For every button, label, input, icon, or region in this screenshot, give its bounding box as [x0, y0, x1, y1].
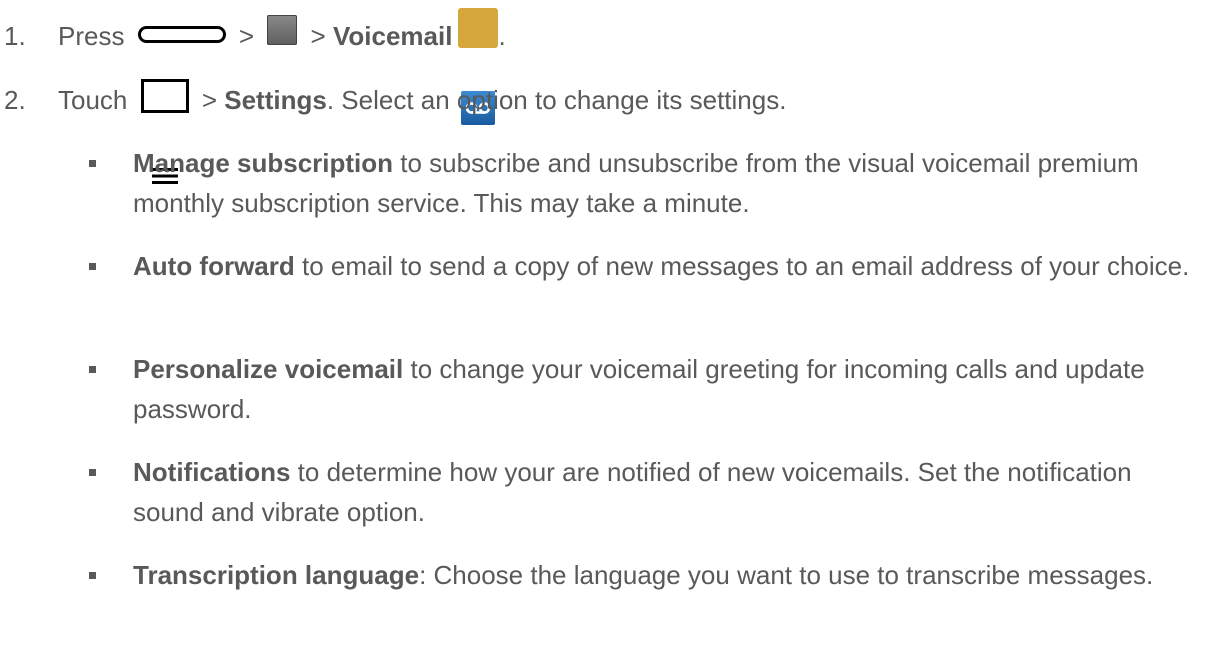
menu-key-icon	[140, 79, 189, 184]
step-end: .	[498, 21, 506, 51]
bullet-icon	[89, 160, 96, 167]
option-term: Personalize voicemail	[133, 354, 404, 384]
home-key-icon	[137, 25, 226, 43]
step-2-body: Touch > Settings . Select an option to c…	[58, 79, 787, 184]
bullet-icon	[89, 366, 96, 373]
option-desc: to email to send a copy of new messages …	[294, 251, 1190, 281]
list-item-text: Personalize voicemail to change your voi…	[133, 349, 1190, 429]
option-term: Auto forward	[133, 251, 295, 281]
bullet-icon	[89, 263, 96, 270]
list-item-text: Transcription language: Choose the langu…	[133, 555, 1190, 595]
voicemail-app-icon	[458, 8, 499, 125]
step-1: 1. Press > > Voicemail .	[0, 8, 1206, 125]
option-term: Transcription language	[133, 560, 420, 590]
apps-grid-icon	[267, 15, 298, 121]
separator: >	[231, 21, 262, 51]
bullet-icon	[89, 469, 96, 476]
settings-label: Settings	[224, 85, 327, 115]
separator: >	[303, 21, 333, 51]
option-term: Notifications	[133, 457, 291, 487]
step-number: 1.	[4, 21, 26, 51]
list-item-text: Manage subscription to subscribe and uns…	[133, 143, 1190, 223]
step-2-rest: . Select an option to change its setting…	[326, 85, 787, 115]
step-1-body: Press > > Voicemail .	[58, 8, 506, 125]
step-text-touch: Touch	[58, 85, 135, 115]
bullet-icon	[89, 572, 96, 579]
list-item-text: Auto forward to email to send a copy of …	[133, 246, 1190, 286]
option-desc: : Choose the language you want to use to…	[419, 560, 1154, 590]
voicemail-label: Voicemail	[332, 21, 453, 51]
list-item-text: Notifications to determine how your are …	[133, 452, 1190, 532]
step-2: 2. Touch > Settings . Select an option t…	[0, 79, 1206, 184]
step-text-press: Press	[58, 21, 132, 51]
option-term: Manage subscription	[133, 148, 394, 178]
separator: >	[194, 85, 225, 115]
step-number: 2.	[4, 85, 26, 115]
